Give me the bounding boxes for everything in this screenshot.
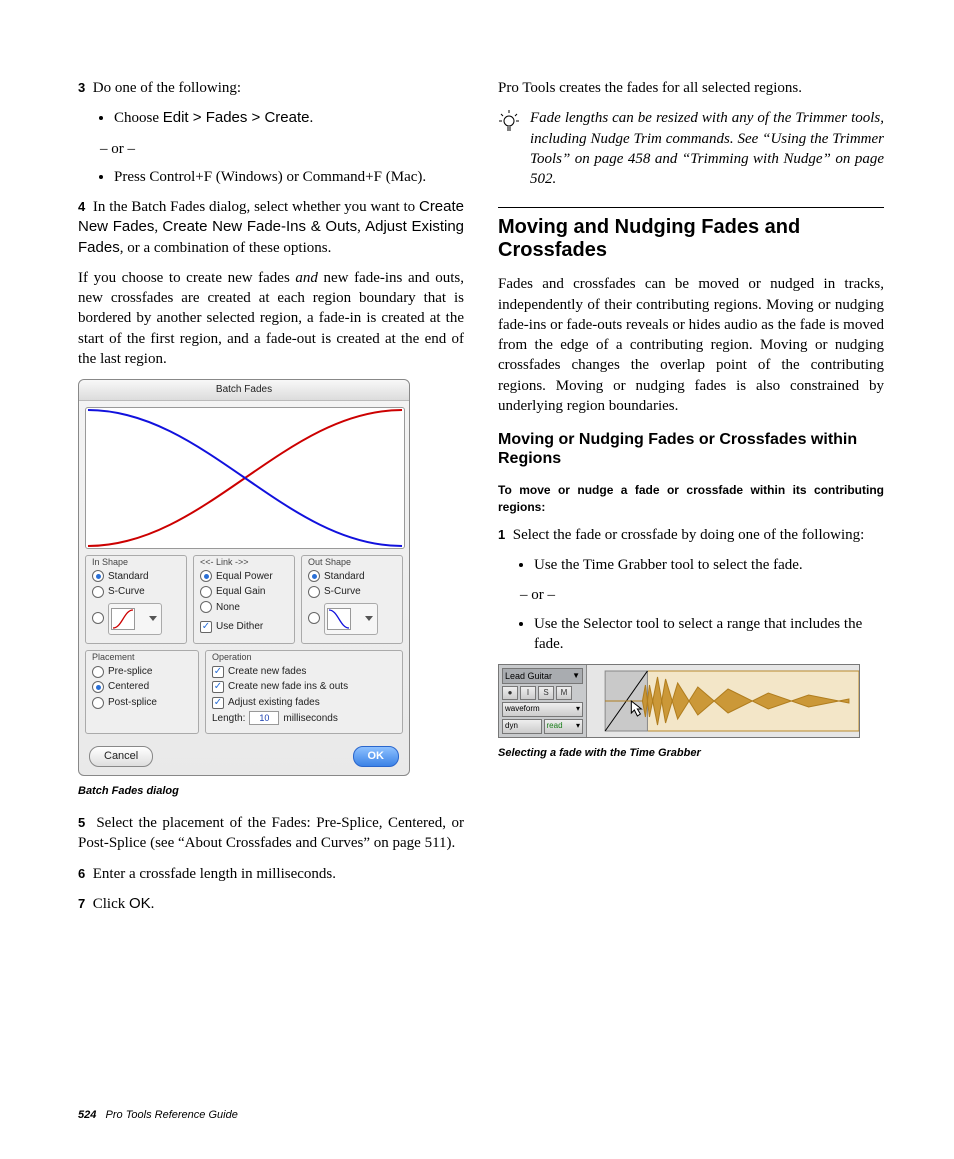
checkbox-icon: ✓ <box>212 666 224 678</box>
tip-block: Fade lengths can be resized with any of … <box>498 108 884 189</box>
radio-icon <box>200 570 212 582</box>
out-shape-group: Out Shape Standard S-Curve <box>301 555 403 644</box>
step-3-text: Do one of the following: <box>93 80 241 96</box>
step-7: 7 Click OK. <box>78 894 464 914</box>
in-shape-standard[interactable]: Standard <box>92 570 180 584</box>
radio-icon <box>308 612 320 624</box>
radio-icon <box>308 570 320 582</box>
right-step-1-num: 1 <box>498 527 505 542</box>
divider <box>498 207 884 208</box>
chevron-down-icon: ▼ <box>572 671 580 682</box>
right-step-1: 1 Select the fade or crossfade by doing … <box>498 525 884 545</box>
placement-postsplice[interactable]: Post-splice <box>92 696 192 710</box>
radio-icon <box>92 681 104 693</box>
batch-fades-dialog: Batch Fades In Shape Standard S-Curve <box>78 379 410 776</box>
checkbox-icon: ✓ <box>212 681 224 693</box>
right-bullet-2: Use the Selector tool to select a range … <box>534 614 884 655</box>
right-para-2: Fades and crossfades can be moved or nud… <box>498 274 884 416</box>
op-adjust-existing[interactable]: ✓Adjust existing fades <box>212 696 396 710</box>
or-1: – or – <box>78 139 464 159</box>
link-equal-gain[interactable]: Equal Gain <box>200 585 288 599</box>
out-shape-custom[interactable] <box>308 601 396 635</box>
newfades-para: If you choose to create new fades and ne… <box>78 268 464 369</box>
step3-bullet-2: Press Control+F (Windows) or Command+F (… <box>114 167 464 187</box>
page-footer: 524 Pro Tools Reference Guide <box>78 1108 238 1123</box>
out-shape-scurve[interactable]: S-Curve <box>308 585 396 599</box>
in-shape-scurve[interactable]: S-Curve <box>92 585 180 599</box>
or-2: – or – <box>498 585 884 605</box>
radio-icon <box>92 586 104 598</box>
input-button[interactable]: I <box>520 686 536 700</box>
link-group: <<- Link ->> Equal Power Equal Gain None… <box>193 555 295 644</box>
op-create-new-fadeio[interactable]: ✓Create new fade ins & outs <box>212 680 396 694</box>
in-shape-custom[interactable] <box>92 601 180 635</box>
solo-button[interactable]: S <box>538 686 554 700</box>
step-6-num: 6 <box>78 866 85 881</box>
radio-icon <box>200 601 212 613</box>
track-figure: Lead Guitar ▼ ● I S M waveform▾ dyn read… <box>498 664 860 738</box>
step-5: 5 Select the placement of the Fades: Pre… <box>78 813 464 854</box>
right-para-1: Pro Tools creates the fades for all sele… <box>498 78 884 98</box>
step-3: 3 Do one of the following: <box>78 78 464 98</box>
tip-text: Fade lengths can be resized with any of … <box>530 108 884 189</box>
page-number: 524 <box>78 1109 96 1121</box>
placement-presplice[interactable]: Pre-splice <box>92 665 192 679</box>
in-shape-thumb-button[interactable] <box>108 603 162 635</box>
op-create-new-fades[interactable]: ✓Create new fades <box>212 665 396 679</box>
out-shape-thumb-button[interactable] <box>324 603 378 635</box>
book-title: Pro Tools Reference Guide <box>106 1109 238 1121</box>
record-button[interactable]: ● <box>502 686 518 700</box>
radio-icon <box>92 697 104 709</box>
length-input[interactable]: 10 <box>249 711 279 725</box>
track-name[interactable]: Lead Guitar ▼ <box>502 668 583 684</box>
step-7-num: 7 <box>78 896 85 911</box>
operation-group: Operation ✓Create new fades ✓Create new … <box>205 650 403 735</box>
view-selector[interactable]: waveform▾ <box>502 702 583 717</box>
step-6: 6 Enter a crossfade length in millisecon… <box>78 864 464 884</box>
step-5-num: 5 <box>78 815 85 830</box>
automation-mode[interactable]: read▾ <box>544 719 584 734</box>
in-shape-group: In Shape Standard S-Curve <box>85 555 187 644</box>
placement-group: Placement Pre-splice Centered Post-splic… <box>85 650 199 735</box>
chevron-down-icon <box>365 616 373 621</box>
figure-1-caption: Batch Fades dialog <box>78 784 464 799</box>
subheading-within-regions: Moving or Nudging Fades or Crossfades wi… <box>498 430 884 468</box>
out-shape-standard[interactable]: Standard <box>308 570 396 584</box>
link-equal-power[interactable]: Equal Power <box>200 570 288 584</box>
placement-centered[interactable]: Centered <box>92 680 192 694</box>
track-header: Lead Guitar ▼ ● I S M waveform▾ dyn read… <box>499 665 587 737</box>
runin-heading: To move or nudge a fade or crossfade wit… <box>498 482 884 514</box>
ok-button[interactable]: OK <box>353 746 400 767</box>
right-bullet-1: Use the Time Grabber tool to select the … <box>534 555 884 575</box>
step3-bullet-1: Choose Edit > Fades > Create. <box>114 108 464 128</box>
mute-button[interactable]: M <box>556 686 572 700</box>
step-4-num: 4 <box>78 199 85 214</box>
dyn-button[interactable]: dyn <box>502 719 542 734</box>
checkbox-icon: ✓ <box>212 697 224 709</box>
radio-icon <box>200 586 212 598</box>
use-dither[interactable]: ✓Use Dither <box>200 620 288 634</box>
radio-icon <box>92 612 104 624</box>
cancel-button[interactable]: Cancel <box>89 746 153 767</box>
step-4: 4 In the Batch Fades dialog, select whet… <box>78 197 464 258</box>
figure-2-caption: Selecting a fade with the Time Grabber <box>498 746 884 761</box>
length-row: Length: 10 milliseconds <box>212 711 396 725</box>
heading-moving-nudging: Moving and Nudging Fades and Crossfades <box>498 216 884 262</box>
lightbulb-icon <box>498 108 520 189</box>
crossfade-curve-graph <box>85 407 405 549</box>
link-none[interactable]: None <box>200 601 288 615</box>
chevron-down-icon <box>149 616 157 621</box>
radio-icon <box>92 570 104 582</box>
track-playlist[interactable] <box>587 665 859 737</box>
radio-icon <box>92 666 104 678</box>
checkbox-icon: ✓ <box>200 621 212 633</box>
radio-icon <box>308 586 320 598</box>
step-3-num: 3 <box>78 80 85 95</box>
dialog-title: Batch Fades <box>79 380 409 401</box>
